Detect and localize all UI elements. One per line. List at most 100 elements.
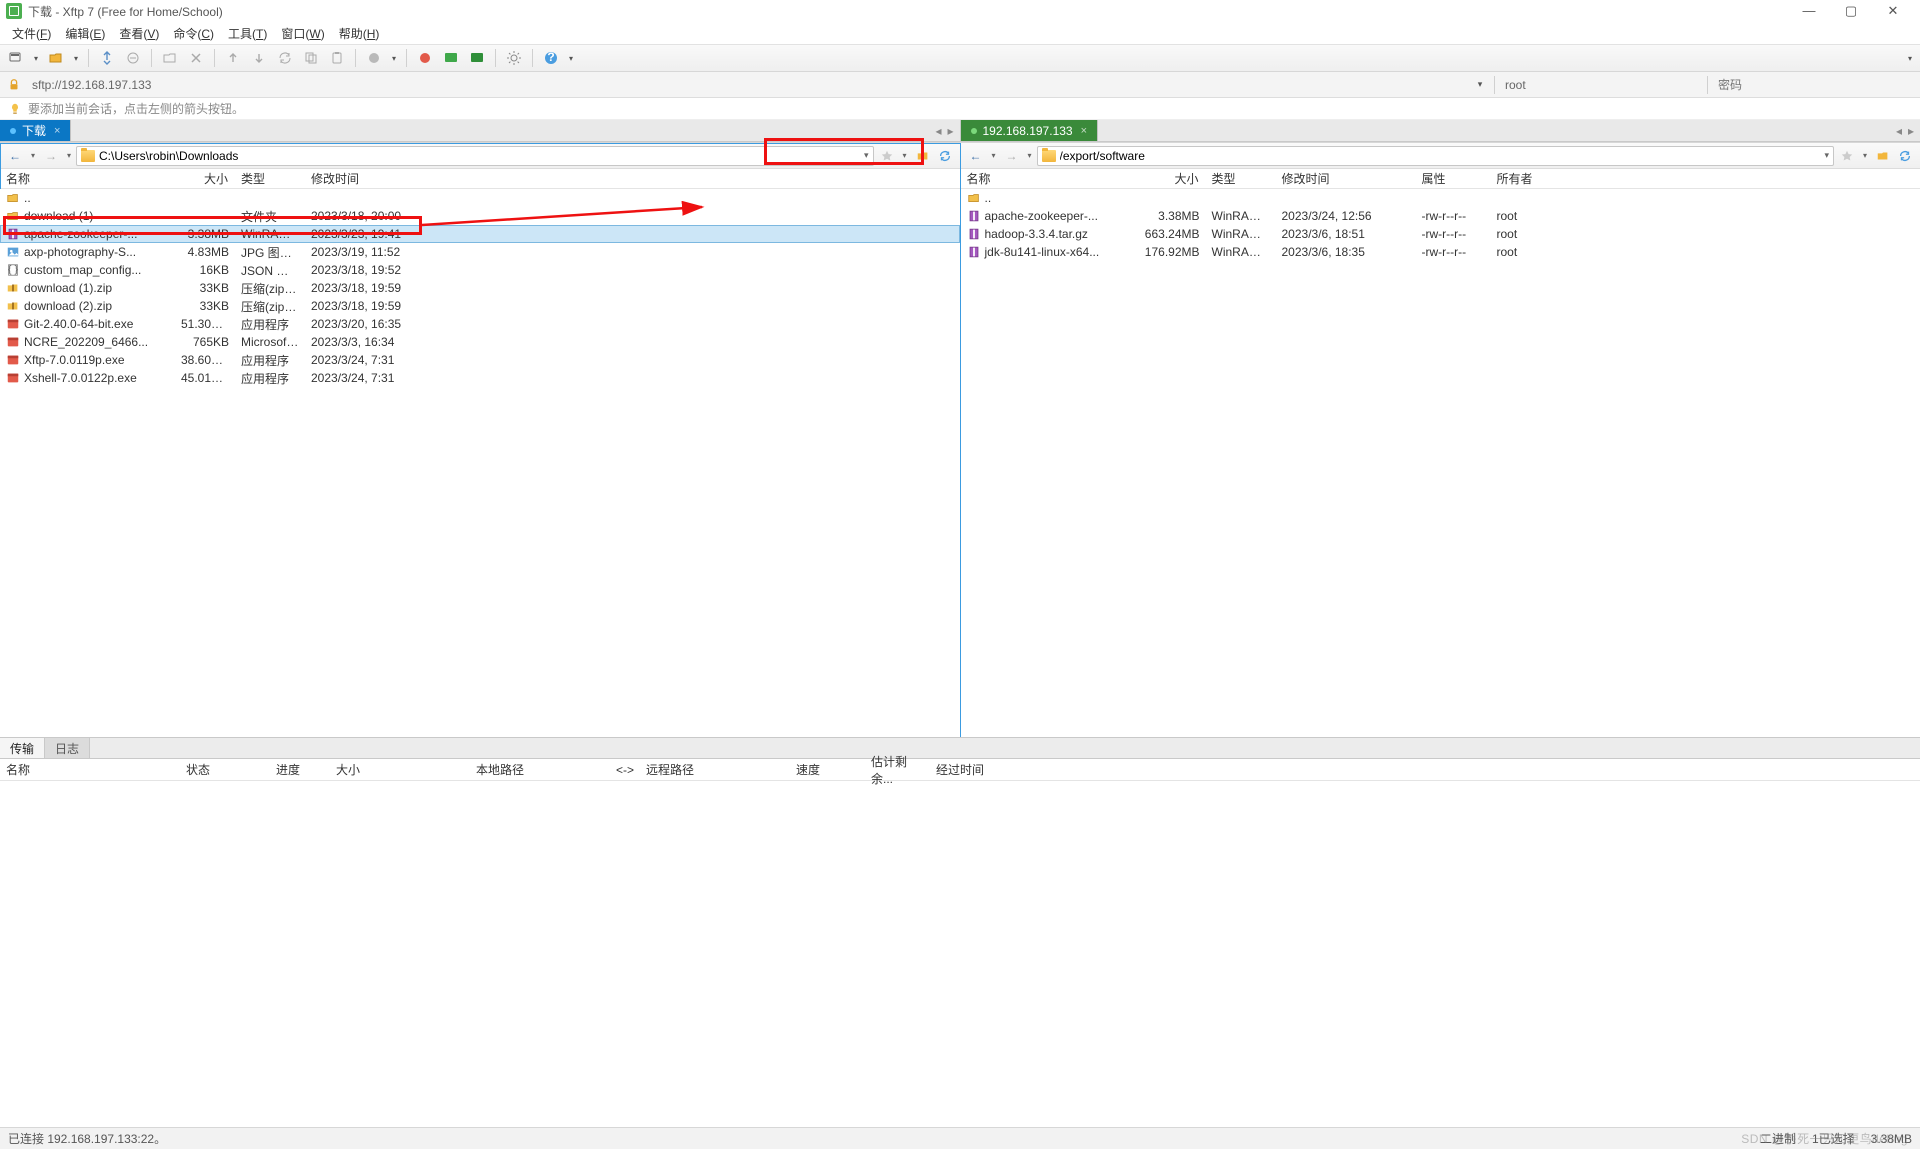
column-header-name[interactable]: 名称	[0, 170, 175, 187]
transfer-col-header[interactable]: 估计剩余...	[865, 753, 930, 787]
transfer-col-header[interactable]: 远程路径	[640, 761, 790, 778]
home-icon[interactable]	[1874, 147, 1892, 165]
menu-f[interactable]: 文件(F)	[12, 25, 51, 42]
tab-close-icon[interactable]: ×	[54, 125, 60, 137]
transfer-col-header[interactable]: 名称	[0, 761, 180, 778]
column-header-type[interactable]: 类型	[235, 170, 305, 187]
column-header-type[interactable]: 类型	[1206, 170, 1276, 187]
remote-path-input[interactable]	[1060, 149, 1821, 163]
bookmark-caret-icon[interactable]: ▾	[1860, 151, 1870, 160]
help-caret-icon[interactable]: ▾	[567, 54, 575, 63]
address-input[interactable]	[28, 76, 1466, 94]
menu-t[interactable]: 工具(T)	[228, 25, 267, 42]
file-row[interactable]: apache-zookeeper-...3.38MBWinRAR ...2023…	[0, 225, 960, 243]
tab-local-download[interactable]: 下载 ×	[0, 120, 71, 141]
password-input[interactable]	[1714, 76, 1914, 94]
tab-close-icon[interactable]: ×	[1081, 125, 1087, 137]
transfer-col-header[interactable]: 速度	[790, 761, 865, 778]
transfer-col-header[interactable]: 状态	[180, 761, 270, 778]
help-icon[interactable]: ?	[541, 48, 561, 68]
file-row[interactable]: hadoop-3.3.4.tar.gz663.24MBWinRAR ...202…	[961, 225, 1920, 243]
local-path-input[interactable]	[99, 149, 860, 163]
local-path-box[interactable]: ▾	[76, 146, 874, 166]
terminal1-icon[interactable]	[441, 48, 461, 68]
tab-next-icon[interactable]: ▸	[1908, 124, 1914, 138]
tab-prev-icon[interactable]: ◂	[935, 124, 941, 138]
minimize-button[interactable]: —	[1802, 3, 1816, 19]
file-row[interactable]: download (1)文件夹2023/3/18, 20:00	[0, 207, 960, 225]
transfer-col-header[interactable]: 大小	[330, 761, 470, 778]
nav-forward-caret-icon[interactable]: ▾	[1025, 151, 1035, 160]
file-row[interactable]: ..	[0, 189, 960, 207]
tab-next-icon[interactable]: ▸	[947, 124, 953, 138]
upload-icon[interactable]	[223, 48, 243, 68]
remote-path-box[interactable]: ▾	[1037, 146, 1835, 166]
address-caret-icon[interactable]: ▾	[1472, 79, 1488, 90]
remote-list-header[interactable]: 名称大小类型修改时间属性所有者	[961, 169, 1920, 189]
menu-w[interactable]: 窗口(W)	[281, 25, 324, 42]
home-icon[interactable]	[914, 147, 932, 165]
file-row[interactable]: jdk-8u141-linux-x64...176.92MBWinRAR ...…	[961, 243, 1920, 261]
column-header-modified[interactable]: 修改时间	[1276, 170, 1416, 187]
file-row[interactable]: { }custom_map_config...16KBJSON 文件2023/3…	[0, 261, 960, 279]
bookmark-icon[interactable]	[1838, 147, 1856, 165]
reconnect-icon[interactable]	[97, 48, 117, 68]
transfer-col-header[interactable]: 经过时间	[930, 761, 1010, 778]
file-row[interactable]: apache-zookeeper-...3.38MBWinRAR ...2023…	[961, 207, 1920, 225]
file-row[interactable]: ..	[961, 189, 1920, 207]
open-caret-icon[interactable]: ▾	[72, 54, 80, 63]
transfer-col-header[interactable]: <->	[610, 763, 640, 777]
column-header-name[interactable]: 名称	[961, 170, 1136, 187]
menu-v[interactable]: 查看(V)	[119, 25, 159, 42]
nav-back-icon[interactable]: ←	[965, 146, 987, 166]
open-icon[interactable]	[46, 48, 66, 68]
maximize-button[interactable]: ▢	[1844, 3, 1858, 19]
settings-icon[interactable]	[504, 48, 524, 68]
download-icon[interactable]	[249, 48, 269, 68]
menu-h[interactable]: 帮助(H)	[339, 25, 380, 42]
transfer-col-header[interactable]: 本地路径	[470, 761, 610, 778]
file-row[interactable]: Git-2.40.0-64-bit.exe51.30MB应用程序2023/3/2…	[0, 315, 960, 333]
refresh-icon[interactable]	[1896, 147, 1914, 165]
column-header-owner[interactable]: 所有者	[1491, 170, 1571, 187]
terminal2-icon[interactable]	[467, 48, 487, 68]
tab-log[interactable]: 日志	[45, 738, 90, 758]
bookmark-caret-icon[interactable]: ▾	[900, 151, 910, 160]
paste-icon[interactable]	[327, 48, 347, 68]
menu-c[interactable]: 命令(C)	[173, 25, 214, 42]
toolbar-overflow-caret-icon[interactable]: ▾	[1906, 54, 1914, 63]
bookmark-icon[interactable]	[878, 147, 896, 165]
column-header-attr[interactable]: 属性	[1416, 170, 1491, 187]
new-session-caret-icon[interactable]: ▾	[32, 54, 40, 63]
column-header-size[interactable]: 大小	[1136, 170, 1206, 187]
file-row[interactable]: download (1).zip33KB压缩(zipp...2023/3/18,…	[0, 279, 960, 297]
file-row[interactable]: Xshell-7.0.0122p.exe45.01MB应用程序2023/3/24…	[0, 369, 960, 387]
tab-prev-icon[interactable]: ◂	[1896, 124, 1902, 138]
file-row[interactable]: download (2).zip33KB压缩(zipp...2023/3/18,…	[0, 297, 960, 315]
sync-icon[interactable]	[275, 48, 295, 68]
close-button[interactable]: ✕	[1886, 3, 1900, 19]
column-header-size[interactable]: 大小	[175, 170, 235, 187]
local-list-header[interactable]: 名称大小类型修改时间	[0, 169, 960, 189]
file-row[interactable]: NCRE_202209_6466...765KBMicrosoft...2023…	[0, 333, 960, 351]
new-session-icon[interactable]	[6, 48, 26, 68]
nav-forward-icon[interactable]: →	[1001, 146, 1023, 166]
transfer-header[interactable]: 名称状态进度大小本地路径<->远程路径速度估计剩余...经过时间	[0, 759, 1920, 781]
transfer-col-header[interactable]: 进度	[270, 761, 330, 778]
record-icon[interactable]	[364, 48, 384, 68]
file-row[interactable]: axp-photography-S...4.83MBJPG 图片...2023/…	[0, 243, 960, 261]
record-caret-icon[interactable]: ▾	[390, 54, 398, 63]
nav-back-icon[interactable]: ←	[4, 146, 26, 166]
nav-forward-icon[interactable]: →	[40, 146, 62, 166]
nav-forward-caret-icon[interactable]: ▾	[64, 151, 74, 160]
column-header-modified[interactable]: 修改时间	[305, 170, 465, 187]
delete-icon[interactable]	[186, 48, 206, 68]
tab-transfer[interactable]: 传输	[0, 738, 45, 758]
copy-icon[interactable]	[301, 48, 321, 68]
file-row[interactable]: Xftp-7.0.0119p.exe38.60MB应用程序2023/3/24, …	[0, 351, 960, 369]
local-file-list[interactable]: ..download (1)文件夹2023/3/18, 20:00apache-…	[0, 189, 960, 737]
disconnect-icon[interactable]	[123, 48, 143, 68]
nav-back-caret-icon[interactable]: ▾	[989, 151, 999, 160]
username-input[interactable]	[1501, 76, 1701, 94]
new-folder-icon[interactable]	[160, 48, 180, 68]
